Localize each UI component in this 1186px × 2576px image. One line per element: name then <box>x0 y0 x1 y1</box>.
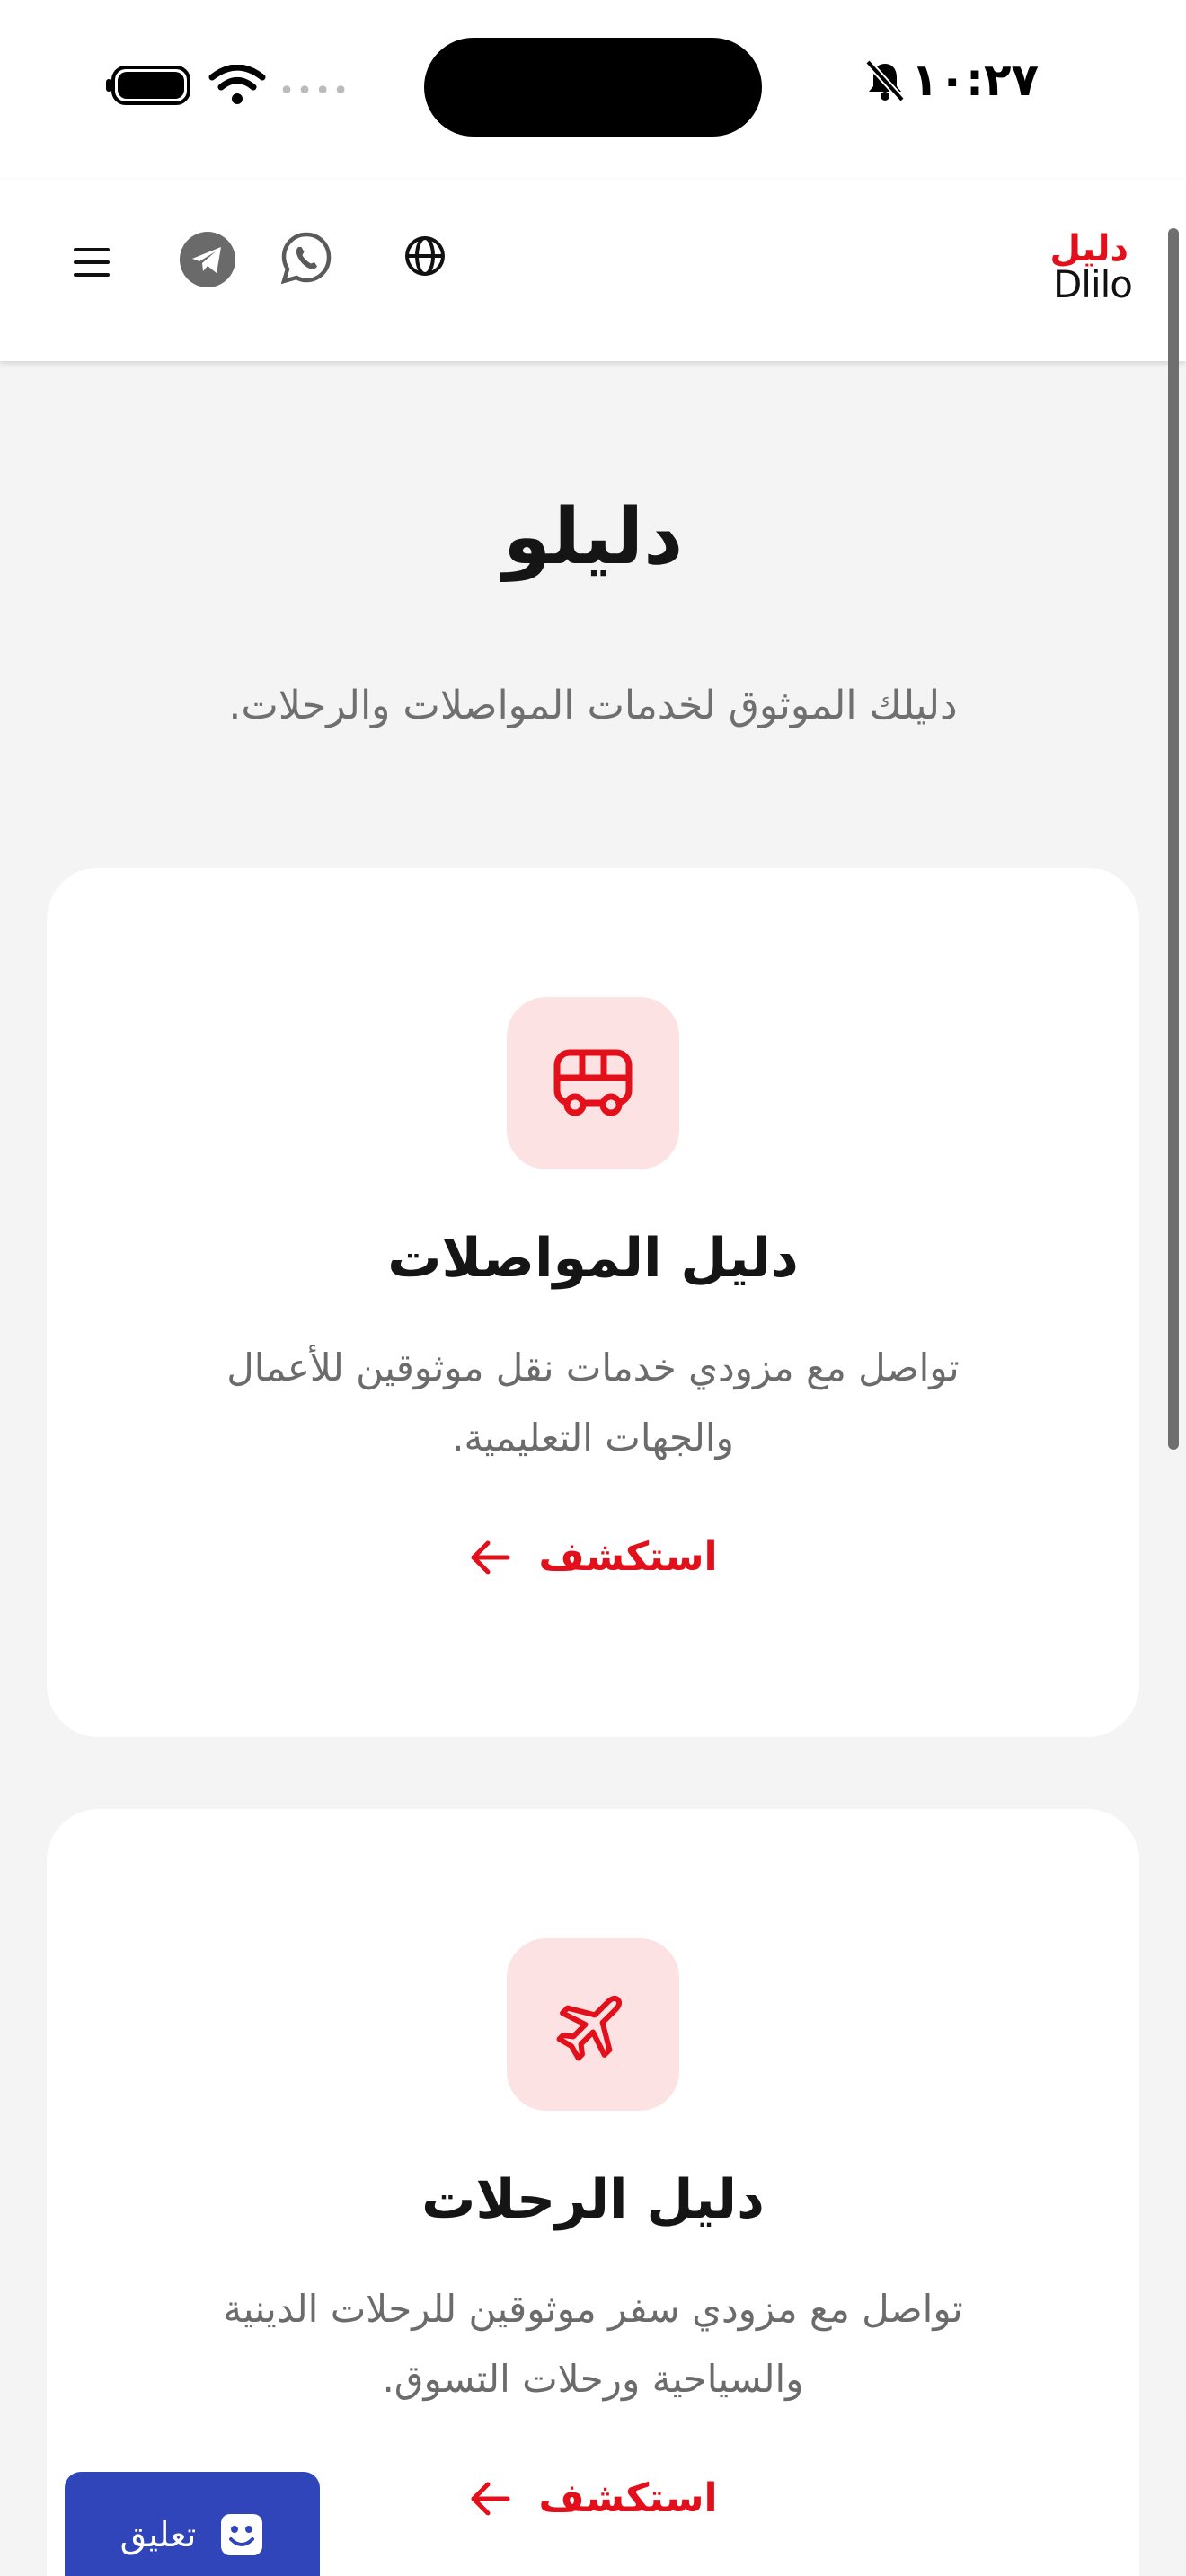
transport-guide-card[interactable]: دليل المواصلات تواصل مع مزودي خدمات نقل … <box>47 868 1139 1737</box>
explore-link[interactable]: استكشف <box>47 1534 1139 1580</box>
bell-muted-icon <box>864 59 905 101</box>
page: •••• ١٠:٢٧ دليل Dlilo دليلو دليلك الموثو… <box>0 0 1186 2576</box>
feedback-label: تعليق <box>119 2515 197 2554</box>
battery-icon <box>106 65 190 105</box>
status-time: ١٠:٢٧ <box>910 54 1039 106</box>
telegram-icon[interactable] <box>180 232 235 287</box>
card-description: تواصل مع مزودي سفر موثوقين للرحلات الدين… <box>223 2287 963 2401</box>
smiley-icon <box>221 2514 263 2555</box>
arrow-left-icon <box>471 2482 510 2515</box>
arrow-left-icon <box>471 1540 510 1574</box>
hamburger-menu-icon[interactable] <box>74 246 110 278</box>
trips-guide-card[interactable]: دليل الرحلات تواصل مع مزودي سفر موثوقين … <box>47 1809 1139 2576</box>
card-icon-tile <box>507 1938 679 2111</box>
card-icon-tile <box>507 997 679 1169</box>
wifi-icon <box>208 64 266 104</box>
logo-latin-text: Dlilo <box>1052 262 1133 306</box>
explore-label: استكشف <box>538 1534 718 1580</box>
status-clock-group: ١٠:٢٧ <box>864 54 1039 106</box>
bus-icon <box>553 1049 633 1116</box>
status-indicators: •••• <box>106 63 350 107</box>
feedback-button[interactable]: تعليق <box>65 2472 320 2576</box>
signal-dots-icon: •••• <box>279 75 351 107</box>
brand-logo[interactable]: دليل Dlilo <box>1033 228 1133 306</box>
card-title: دليل الرحلات <box>421 2168 765 2231</box>
site-header: دليل Dlilo <box>0 180 1186 361</box>
explore-label: استكشف <box>538 2475 718 2521</box>
card-description: تواصل مع مزودي خدمات نقل موثوقين للأعمال… <box>226 1345 960 1460</box>
card-title: دليل المواصلات <box>387 1227 799 1290</box>
page-scrollbar[interactable] <box>1168 228 1179 1450</box>
dynamic-island <box>424 38 762 137</box>
airplane-icon <box>556 1995 623 2061</box>
hero-title: دليلو <box>502 492 684 582</box>
globe-icon[interactable] <box>403 234 447 278</box>
whatsapp-icon[interactable] <box>279 230 334 286</box>
status-bar: •••• ١٠:٢٧ <box>0 0 1186 180</box>
hero-subtitle: دليلك الموثوق لخدمات المواصلات والرحلات. <box>228 683 958 728</box>
